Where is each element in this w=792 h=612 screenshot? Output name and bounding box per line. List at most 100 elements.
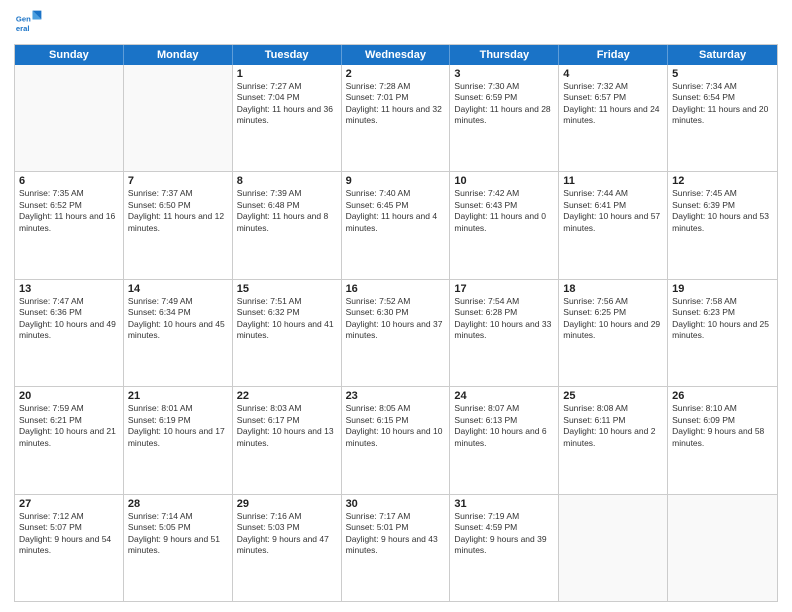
cal-cell: 28Sunrise: 7:14 AM Sunset: 5:05 PM Dayli… [124,495,233,601]
cell-content: Sunrise: 7:30 AM Sunset: 6:59 PM Dayligh… [454,81,554,127]
cell-content: Sunrise: 7:49 AM Sunset: 6:34 PM Dayligh… [128,296,228,342]
page: Gen eral SundayMondayTuesdayWednesdayThu… [0,0,792,612]
cell-content: Sunrise: 8:10 AM Sunset: 6:09 PM Dayligh… [672,403,773,449]
cell-content: Sunrise: 7:34 AM Sunset: 6:54 PM Dayligh… [672,81,773,127]
week-row-4: 20Sunrise: 7:59 AM Sunset: 6:21 PM Dayli… [15,387,777,494]
cal-cell: 6Sunrise: 7:35 AM Sunset: 6:52 PM Daylig… [15,172,124,278]
day-number: 17 [454,283,554,295]
cal-cell: 25Sunrise: 8:08 AM Sunset: 6:11 PM Dayli… [559,387,668,493]
cell-content: Sunrise: 7:44 AM Sunset: 6:41 PM Dayligh… [563,188,663,234]
cell-content: Sunrise: 7:14 AM Sunset: 5:05 PM Dayligh… [128,511,228,557]
cal-cell: 15Sunrise: 7:51 AM Sunset: 6:32 PM Dayli… [233,280,342,386]
cal-cell: 31Sunrise: 7:19 AM Sunset: 4:59 PM Dayli… [450,495,559,601]
day-number: 16 [346,283,446,295]
day-number: 11 [563,175,663,187]
cal-cell: 20Sunrise: 7:59 AM Sunset: 6:21 PM Dayli… [15,387,124,493]
header-day-tuesday: Tuesday [233,45,342,65]
cal-cell: 16Sunrise: 7:52 AM Sunset: 6:30 PM Dayli… [342,280,451,386]
cal-cell: 23Sunrise: 8:05 AM Sunset: 6:15 PM Dayli… [342,387,451,493]
header-day-sunday: Sunday [15,45,124,65]
day-number: 8 [237,175,337,187]
header-day-monday: Monday [124,45,233,65]
day-number: 20 [19,390,119,402]
cell-content: Sunrise: 7:42 AM Sunset: 6:43 PM Dayligh… [454,188,554,234]
day-number: 28 [128,498,228,510]
cal-cell: 21Sunrise: 8:01 AM Sunset: 6:19 PM Dayli… [124,387,233,493]
cal-cell: 7Sunrise: 7:37 AM Sunset: 6:50 PM Daylig… [124,172,233,278]
day-number: 10 [454,175,554,187]
day-number: 23 [346,390,446,402]
cell-content: Sunrise: 7:45 AM Sunset: 6:39 PM Dayligh… [672,188,773,234]
svg-text:Gen: Gen [16,14,31,23]
cell-content: Sunrise: 8:03 AM Sunset: 6:17 PM Dayligh… [237,403,337,449]
cell-content: Sunrise: 7:35 AM Sunset: 6:52 PM Dayligh… [19,188,119,234]
day-number: 1 [237,68,337,80]
cal-cell: 24Sunrise: 8:07 AM Sunset: 6:13 PM Dayli… [450,387,559,493]
cell-content: Sunrise: 7:37 AM Sunset: 6:50 PM Dayligh… [128,188,228,234]
cell-content: Sunrise: 8:05 AM Sunset: 6:15 PM Dayligh… [346,403,446,449]
week-row-1: 1Sunrise: 7:27 AM Sunset: 7:04 PM Daylig… [15,65,777,172]
cell-content: Sunrise: 7:27 AM Sunset: 7:04 PM Dayligh… [237,81,337,127]
cal-cell: 4Sunrise: 7:32 AM Sunset: 6:57 PM Daylig… [559,65,668,171]
week-row-5: 27Sunrise: 7:12 AM Sunset: 5:07 PM Dayli… [15,495,777,601]
cal-cell: 22Sunrise: 8:03 AM Sunset: 6:17 PM Dayli… [233,387,342,493]
day-number: 18 [563,283,663,295]
cal-cell [15,65,124,171]
cell-content: Sunrise: 7:51 AM Sunset: 6:32 PM Dayligh… [237,296,337,342]
cal-cell: 11Sunrise: 7:44 AM Sunset: 6:41 PM Dayli… [559,172,668,278]
cell-content: Sunrise: 7:47 AM Sunset: 6:36 PM Dayligh… [19,296,119,342]
day-number: 4 [563,68,663,80]
day-number: 21 [128,390,228,402]
cal-cell: 9Sunrise: 7:40 AM Sunset: 6:45 PM Daylig… [342,172,451,278]
cal-cell: 29Sunrise: 7:16 AM Sunset: 5:03 PM Dayli… [233,495,342,601]
calendar-body: 1Sunrise: 7:27 AM Sunset: 7:04 PM Daylig… [15,65,777,601]
header-day-wednesday: Wednesday [342,45,451,65]
svg-text:eral: eral [16,24,30,33]
cal-cell: 8Sunrise: 7:39 AM Sunset: 6:48 PM Daylig… [233,172,342,278]
day-number: 12 [672,175,773,187]
day-number: 7 [128,175,228,187]
cal-cell: 19Sunrise: 7:58 AM Sunset: 6:23 PM Dayli… [668,280,777,386]
calendar-header-row: SundayMondayTuesdayWednesdayThursdayFrid… [15,45,777,65]
cell-content: Sunrise: 7:56 AM Sunset: 6:25 PM Dayligh… [563,296,663,342]
cell-content: Sunrise: 7:52 AM Sunset: 6:30 PM Dayligh… [346,296,446,342]
cell-content: Sunrise: 8:01 AM Sunset: 6:19 PM Dayligh… [128,403,228,449]
cal-cell [668,495,777,601]
header-day-thursday: Thursday [450,45,559,65]
day-number: 15 [237,283,337,295]
day-number: 19 [672,283,773,295]
cal-cell: 13Sunrise: 7:47 AM Sunset: 6:36 PM Dayli… [15,280,124,386]
cal-cell: 12Sunrise: 7:45 AM Sunset: 6:39 PM Dayli… [668,172,777,278]
logo-icon: Gen eral [14,10,42,38]
week-row-2: 6Sunrise: 7:35 AM Sunset: 6:52 PM Daylig… [15,172,777,279]
cell-content: Sunrise: 7:32 AM Sunset: 6:57 PM Dayligh… [563,81,663,127]
day-number: 24 [454,390,554,402]
cell-content: Sunrise: 7:58 AM Sunset: 6:23 PM Dayligh… [672,296,773,342]
day-number: 25 [563,390,663,402]
cal-cell: 5Sunrise: 7:34 AM Sunset: 6:54 PM Daylig… [668,65,777,171]
logo: Gen eral [14,10,45,38]
day-number: 3 [454,68,554,80]
cell-content: Sunrise: 7:28 AM Sunset: 7:01 PM Dayligh… [346,81,446,127]
day-number: 27 [19,498,119,510]
day-number: 5 [672,68,773,80]
cell-content: Sunrise: 7:39 AM Sunset: 6:48 PM Dayligh… [237,188,337,234]
header: Gen eral [14,10,778,38]
header-day-friday: Friday [559,45,668,65]
cal-cell [559,495,668,601]
header-day-saturday: Saturday [668,45,777,65]
day-number: 14 [128,283,228,295]
cal-cell: 2Sunrise: 7:28 AM Sunset: 7:01 PM Daylig… [342,65,451,171]
day-number: 26 [672,390,773,402]
cal-cell: 1Sunrise: 7:27 AM Sunset: 7:04 PM Daylig… [233,65,342,171]
day-number: 29 [237,498,337,510]
cell-content: Sunrise: 7:54 AM Sunset: 6:28 PM Dayligh… [454,296,554,342]
cell-content: Sunrise: 8:07 AM Sunset: 6:13 PM Dayligh… [454,403,554,449]
cal-cell: 27Sunrise: 7:12 AM Sunset: 5:07 PM Dayli… [15,495,124,601]
day-number: 31 [454,498,554,510]
cal-cell: 10Sunrise: 7:42 AM Sunset: 6:43 PM Dayli… [450,172,559,278]
cal-cell: 3Sunrise: 7:30 AM Sunset: 6:59 PM Daylig… [450,65,559,171]
cell-content: Sunrise: 7:17 AM Sunset: 5:01 PM Dayligh… [346,511,446,557]
cell-content: Sunrise: 8:08 AM Sunset: 6:11 PM Dayligh… [563,403,663,449]
cell-content: Sunrise: 7:12 AM Sunset: 5:07 PM Dayligh… [19,511,119,557]
